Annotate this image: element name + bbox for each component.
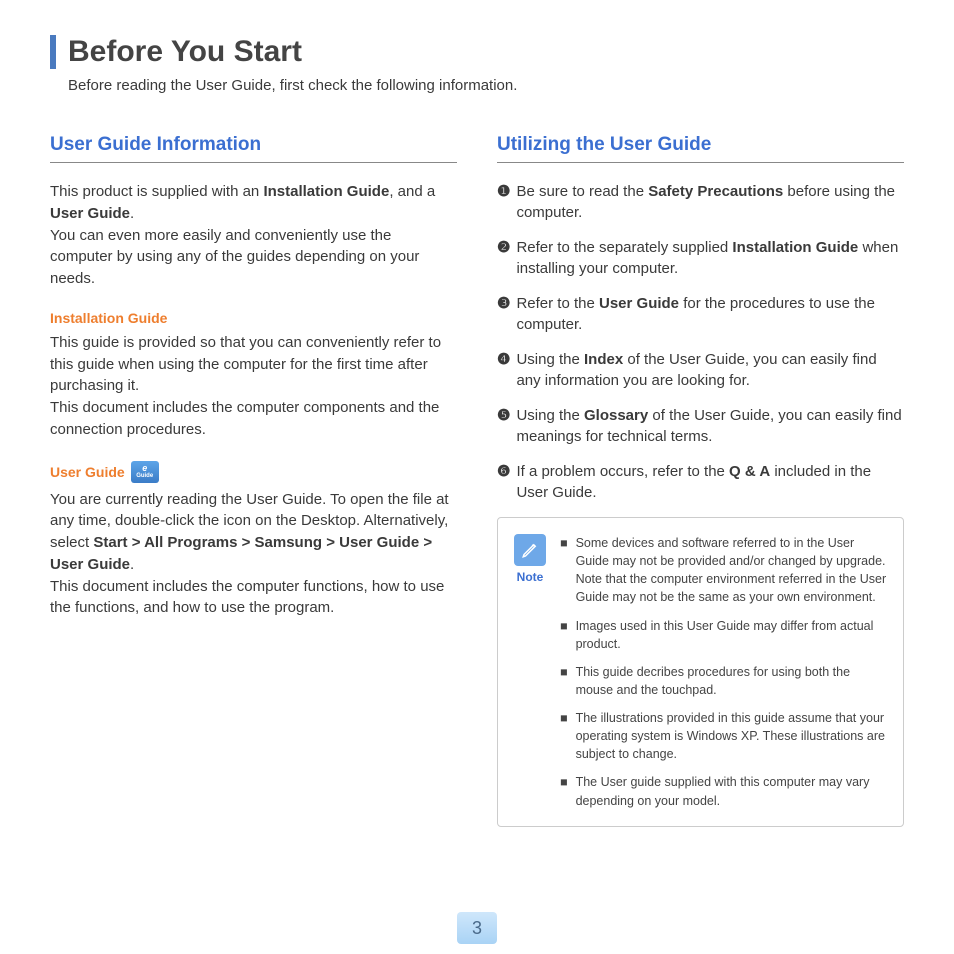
item-number: ❹ [497, 349, 510, 370]
bullet-icon: ■ [560, 617, 568, 653]
right-column: Utilizing the User Guide ❶ Be sure to rea… [497, 134, 904, 827]
note-item: ■Images used in this User Guide may diff… [560, 617, 887, 653]
note-icon-wrap: Note [514, 534, 546, 810]
item-text: Be sure to read the Safety Precautions b… [516, 181, 904, 223]
item-text: Using the Glossary of the User Guide, yo… [516, 405, 904, 447]
utilizing-item: ❹ Using the Index of the User Guide, you … [497, 349, 904, 391]
user-guide-label: User Guide [50, 464, 125, 480]
item-text: Using the Index of the User Guide, you c… [516, 349, 904, 391]
page-title-wrap: Before You Start [50, 35, 904, 69]
utilizing-item: ❺ Using the Glossary of the User Guide, y… [497, 405, 904, 447]
pencil-icon [514, 534, 546, 566]
bullet-icon: ■ [560, 663, 568, 699]
bullet-icon: ■ [560, 773, 568, 809]
note-item: ■The User guide supplied with this compu… [560, 773, 887, 809]
bullet-icon: ■ [560, 534, 568, 607]
installation-guide-text: This guide is provided so that you can c… [50, 332, 457, 441]
user-guide-info-heading: User Guide Information [50, 134, 457, 163]
note-text: The illustrations provided in this guide… [576, 709, 887, 763]
item-number: ❺ [497, 405, 510, 426]
note-text: Some devices and software referred to in… [576, 534, 887, 607]
utilizing-heading: Utilizing the User Guide [497, 134, 904, 163]
utilizing-item: ❸ Refer to the User Guide for the procedu… [497, 293, 904, 335]
page-number: 3 [457, 912, 497, 944]
utilizing-item: ❻ If a problem occurs, refer to the Q & A… [497, 461, 904, 503]
note-text: The User guide supplied with this comput… [576, 773, 887, 809]
content-columns: User Guide Information This product is s… [50, 134, 904, 827]
note-label: Note [514, 570, 546, 584]
installation-guide-heading: Installation Guide [50, 310, 457, 326]
item-text: Refer to the User Guide for the procedur… [516, 293, 904, 335]
page-subtitle: Before reading the User Guide, first che… [68, 77, 904, 94]
note-item: ■This guide decribes procedures for usin… [560, 663, 887, 699]
user-guide-info-intro: This product is supplied with an Install… [50, 181, 457, 290]
note-item: ■Some devices and software referred to i… [560, 534, 887, 607]
note-box: Note ■Some devices and software referred… [497, 517, 904, 827]
note-item: ■The illustrations provided in this guid… [560, 709, 887, 763]
user-guide-text: You are currently reading the User Guide… [50, 489, 457, 620]
page-title: Before You Start [68, 35, 302, 69]
title-accent-bar [50, 35, 56, 69]
item-number: ❻ [497, 461, 510, 482]
item-text: If a problem occurs, refer to the Q & A … [516, 461, 904, 503]
utilizing-item: ❷ Refer to the separately supplied Instal… [497, 237, 904, 279]
note-text: This guide decribes procedures for using… [576, 663, 887, 699]
utilizing-list: ❶ Be sure to read the Safety Precautions … [497, 181, 904, 503]
left-column: User Guide Information This product is s… [50, 134, 457, 827]
utilizing-item: ❶ Be sure to read the Safety Precautions … [497, 181, 904, 223]
item-number: ❸ [497, 293, 510, 314]
note-text: Images used in this User Guide may diffe… [576, 617, 887, 653]
eguide-icon: e Guide [131, 461, 159, 483]
item-number: ❷ [497, 237, 510, 258]
bullet-icon: ■ [560, 709, 568, 763]
installation-guide-label: Installation Guide [50, 310, 167, 326]
item-text: Refer to the separately supplied Install… [516, 237, 904, 279]
note-list: ■Some devices and software referred to i… [560, 534, 887, 810]
user-guide-heading: User Guide e Guide [50, 461, 457, 483]
item-number: ❶ [497, 181, 510, 202]
